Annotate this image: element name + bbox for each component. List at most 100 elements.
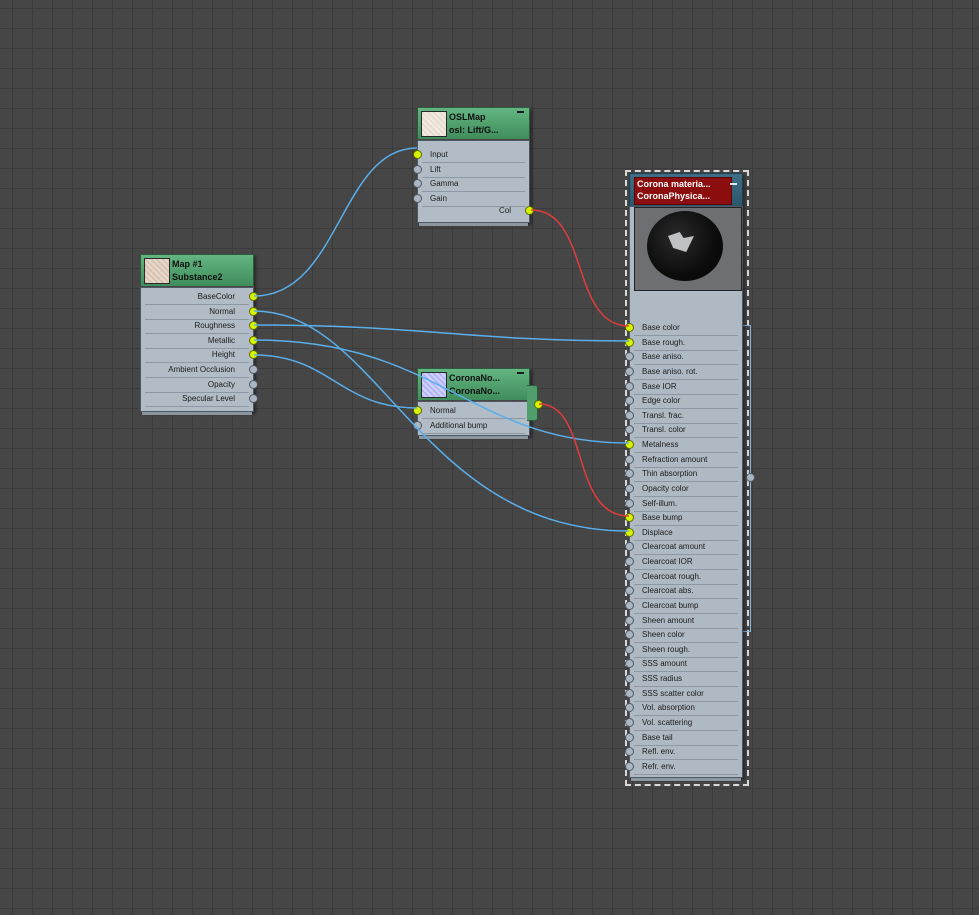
corona-material-row-base-aniso[interactable]: Base aniso. — [625, 350, 742, 366]
corona-material-socket-metalness[interactable] — [625, 440, 634, 450]
corona-material-socket-sss-amount[interactable] — [625, 659, 634, 669]
corona-material-row-vol-scattering[interactable]: Vol. scattering — [625, 716, 742, 731]
corona-material-socket-clearcoat-rough[interactable] — [625, 571, 634, 581]
substance-row-roughness[interactable]: Roughness — [141, 319, 258, 335]
corona-material-socket-vol-scattering[interactable] — [625, 718, 634, 727]
oslmap-socket-col-output[interactable] — [525, 206, 534, 215]
corona-material-node-header[interactable]: Corona materia... CoronaPhysica... — [629, 173, 743, 207]
corona-material-socket-sheen-amount[interactable] — [625, 615, 634, 625]
corona-material-row-refr-env[interactable]: Refr. env. — [625, 760, 742, 775]
corona-material-row-opacity-color[interactable]: Opacity color — [625, 482, 742, 497]
substance-row-height[interactable]: Height — [141, 348, 258, 364]
substance-row-normal[interactable]: Normal — [141, 305, 258, 320]
corona-material-socket-edge-color[interactable] — [625, 396, 634, 406]
substance-row-opacity[interactable]: Opacity — [141, 378, 258, 393]
corona-material-minimize-icon[interactable] — [730, 183, 737, 185]
corona-material-socket-vol-absorption[interactable] — [625, 703, 634, 713]
corona-material-socket-thin-absorption[interactable] — [625, 469, 634, 479]
corona-material-side-port[interactable] — [746, 473, 755, 482]
corona-material-socket-base-aniso[interactable] — [625, 352, 634, 362]
oslmap-socket-lift[interactable] — [413, 164, 422, 174]
corona-material-row-vol-absorption[interactable]: Vol. absorption — [625, 701, 742, 717]
corona-material-row-clearcoat-ior[interactable]: Clearcoat IOR — [625, 555, 742, 571]
corona-material-row-thin-absorption[interactable]: Thin absorption — [625, 467, 742, 483]
oslmap-socket-input[interactable] — [413, 150, 422, 159]
corona-material-row-sss-radius[interactable]: SSS radius — [625, 672, 742, 688]
substance-node-header[interactable]: Map #1 Substance2 — [140, 254, 254, 286]
corona-material-row-sss-scatter-color[interactable]: SSS scatter color — [625, 687, 742, 702]
oslmap-row-col-output[interactable]: Col — [418, 204, 534, 219]
oslmap-node-header[interactable]: OSLMap osl: Lift/G... — [417, 107, 530, 139]
corona-material-socket-opacity-color[interactable] — [625, 483, 634, 493]
substance-socket-height[interactable] — [249, 350, 258, 360]
corona-material-socket-clearcoat-ior[interactable] — [625, 557, 634, 567]
substance-socket-roughness[interactable] — [249, 321, 258, 331]
corona-material-row-edge-color[interactable]: Edge color — [625, 394, 742, 410]
substance-socket-basecolor[interactable] — [249, 292, 258, 301]
corona-material-row-metalness[interactable]: Metalness — [625, 438, 742, 454]
corona-material-socket-base-bump[interactable] — [625, 513, 634, 523]
corona-material-row-sss-amount[interactable]: SSS amount — [625, 657, 742, 673]
corona-material-row-clearcoat-amount[interactable]: Clearcoat amount — [625, 540, 742, 556]
corona-material-row-clearcoat-rough[interactable]: Clearcoat rough. — [625, 570, 742, 585]
corona-material-socket-self-illum[interactable] — [625, 498, 634, 508]
corona-normal-node-header[interactable]: CoronaNo... CoronaNo... — [417, 368, 530, 400]
corona-material-row-base-color[interactable]: Base color — [625, 321, 742, 336]
corona-material-row-base-aniso-rot[interactable]: Base aniso. rot. — [625, 365, 742, 380]
corona-material-node[interactable]: Corona materia... CoronaPhysica... Base … — [625, 173, 743, 781]
corona-material-socket-displace[interactable] — [625, 527, 634, 537]
corona-material-socket-refraction-amount[interactable] — [625, 454, 634, 464]
oslmap-row-input[interactable]: Input — [413, 148, 529, 163]
substance-socket-ambient-occlusion[interactable] — [249, 365, 258, 374]
corona-material-socket-base-ior[interactable] — [625, 381, 634, 391]
corona-material-row-sheen-color[interactable]: Sheen color — [625, 628, 742, 644]
corona-normal-socket-normal[interactable] — [413, 406, 422, 415]
node-editor-canvas[interactable]: Map #1 Substance2 BaseColor Normal Roughne… — [0, 0, 979, 915]
corona-material-socket-base-rough[interactable] — [625, 337, 634, 347]
substance-row-ambient-occlusion[interactable]: Ambient Occlusion — [141, 363, 258, 378]
corona-material-row-displace[interactable]: Displace — [625, 526, 742, 541]
corona-normal-node[interactable]: CoronaNo... CoronaNo... Normal Additional… — [413, 368, 543, 439]
corona-material-socket-refl-env[interactable] — [625, 747, 634, 757]
corona-material-row-base-tail[interactable]: Base tail — [625, 731, 742, 746]
corona-material-socket-clearcoat-abs[interactable] — [625, 586, 634, 596]
corona-normal-output-socket[interactable] — [534, 400, 543, 409]
corona-material-socket-base-color[interactable] — [625, 323, 634, 332]
corona-normal-socket-additional-bump[interactable] — [413, 421, 422, 430]
corona-material-socket-refr-env[interactable] — [625, 761, 634, 771]
corona-material-row-transl-frac[interactable]: Transl. frac. — [625, 409, 742, 424]
corona-material-socket-transl-frac[interactable] — [625, 410, 634, 420]
corona-material-row-sheen-rough[interactable]: Sheen rough. — [625, 643, 742, 658]
corona-material-socket-sheen-color[interactable] — [625, 630, 634, 640]
substance-socket-metallic[interactable] — [249, 335, 258, 345]
corona-material-row-base-ior[interactable]: Base IOR — [625, 380, 742, 395]
corona-normal-row-normal[interactable]: Normal — [413, 404, 529, 419]
corona-material-row-self-illum[interactable]: Self-illum. — [625, 497, 742, 512]
substance-map-node[interactable]: Map #1 Substance2 BaseColor Normal Roughne… — [140, 254, 258, 415]
corona-material-socket-sheen-rough[interactable] — [625, 644, 634, 654]
corona-material-socket-clearcoat-bump[interactable] — [625, 600, 634, 610]
corona-material-row-refl-env[interactable]: Refl. env. — [625, 745, 742, 761]
oslmap-socket-gain[interactable] — [413, 193, 422, 203]
oslmap-minimize-icon[interactable] — [517, 111, 524, 113]
corona-material-socket-base-aniso-rot[interactable] — [625, 366, 634, 376]
corona-material-row-refraction-amount[interactable]: Refraction amount — [625, 453, 742, 468]
corona-normal-row-additional-bump[interactable]: Additional bump — [413, 419, 529, 434]
corona-material-socket-base-tail[interactable] — [625, 732, 634, 742]
corona-material-row-clearcoat-bump[interactable]: Clearcoat bump — [625, 599, 742, 614]
corona-material-row-sheen-amount[interactable]: Sheen amount — [625, 614, 742, 629]
substance-socket-specular-level[interactable] — [249, 394, 258, 404]
corona-material-row-base-rough[interactable]: Base rough. — [625, 336, 742, 351]
substance-row-basecolor[interactable]: BaseColor — [141, 290, 258, 305]
oslmap-node[interactable]: OSLMap osl: Lift/G... Input Lift Gamma Gain… — [413, 107, 534, 226]
substance-row-metallic[interactable]: Metallic — [141, 334, 258, 349]
substance-socket-normal[interactable] — [249, 306, 258, 316]
corona-material-socket-clearcoat-amount[interactable] — [625, 542, 634, 552]
corona-material-socket-sss-scatter-color[interactable] — [625, 688, 634, 698]
substance-row-specular-level[interactable]: Specular Level — [141, 392, 258, 408]
corona-normal-minimize-icon[interactable] — [517, 372, 524, 374]
corona-material-row-clearcoat-abs[interactable]: Clearcoat abs. — [625, 584, 742, 600]
corona-material-row-base-bump[interactable]: Base bump — [625, 511, 742, 527]
corona-material-socket-sss-radius[interactable] — [625, 674, 634, 684]
oslmap-row-gamma[interactable]: Gamma — [413, 177, 529, 193]
